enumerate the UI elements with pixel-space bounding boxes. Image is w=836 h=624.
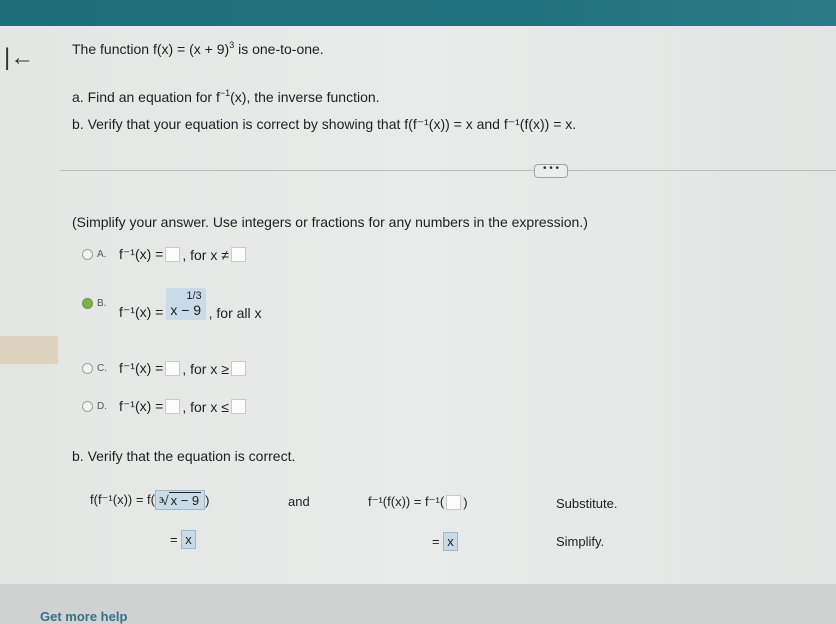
radio-c[interactable] <box>82 363 93 374</box>
right-substitute-box[interactable] <box>446 494 462 510</box>
instruction-text: (Simplify your answer. Use integers or f… <box>72 214 588 230</box>
option-d[interactable]: D. f⁻¹(x) = , for x ≤ <box>82 398 248 415</box>
option-b-answer: 1/3 x − 9 <box>166 287 206 320</box>
part-b-text: b. Verify that your equation is correct … <box>72 116 577 132</box>
option-c-answer-box[interactable] <box>165 361 181 376</box>
get-more-help-link[interactable]: Get more help <box>40 609 127 624</box>
option-c-condition-box[interactable] <box>230 361 246 376</box>
option-d-answer-box[interactable] <box>165 399 181 414</box>
left-radical-answer: 3 √ x − 9 <box>155 490 206 510</box>
radio-b-checked[interactable] <box>82 298 93 309</box>
option-d-condition-box[interactable] <box>230 399 246 414</box>
part-a-text: a. Find an equation for f−1(x), the inve… <box>72 88 380 105</box>
more-button[interactable]: • • • <box>534 164 568 178</box>
option-c[interactable]: C. f⁻¹(x) = , for x ≥ <box>82 360 248 377</box>
simplify-label: Simplify. <box>556 534 605 549</box>
question-title: The function f(x) = (x + 9)3 is one-to-o… <box>72 40 324 57</box>
verify-heading: b. Verify that the equation is correct. <box>72 448 296 464</box>
divider <box>60 170 836 171</box>
verify-left-expression: f(f⁻¹(x)) = f( 3 √ x − 9 ) <box>90 490 210 510</box>
left-accent <box>0 336 58 364</box>
option-a-condition-box[interactable] <box>230 247 246 262</box>
verify-right-result: = x <box>432 532 458 551</box>
top-bar <box>0 0 836 26</box>
verify-right-expression: f⁻¹(f(x)) = f⁻¹( ) <box>368 494 468 510</box>
back-arrow-icon[interactable]: |← <box>4 46 36 72</box>
option-b[interactable]: B. f⁻¹(x) = 1/3 x − 9 , for all x <box>82 286 262 321</box>
option-a-answer-box[interactable] <box>165 247 181 262</box>
and-label: and <box>288 494 310 509</box>
option-a[interactable]: A. f⁻¹(x) = , for x ≠ <box>82 246 248 263</box>
radio-a[interactable] <box>82 249 93 260</box>
verify-left-result: = x <box>170 530 196 549</box>
radio-d[interactable] <box>82 401 93 412</box>
substitute-label: Substitute. <box>556 496 618 511</box>
